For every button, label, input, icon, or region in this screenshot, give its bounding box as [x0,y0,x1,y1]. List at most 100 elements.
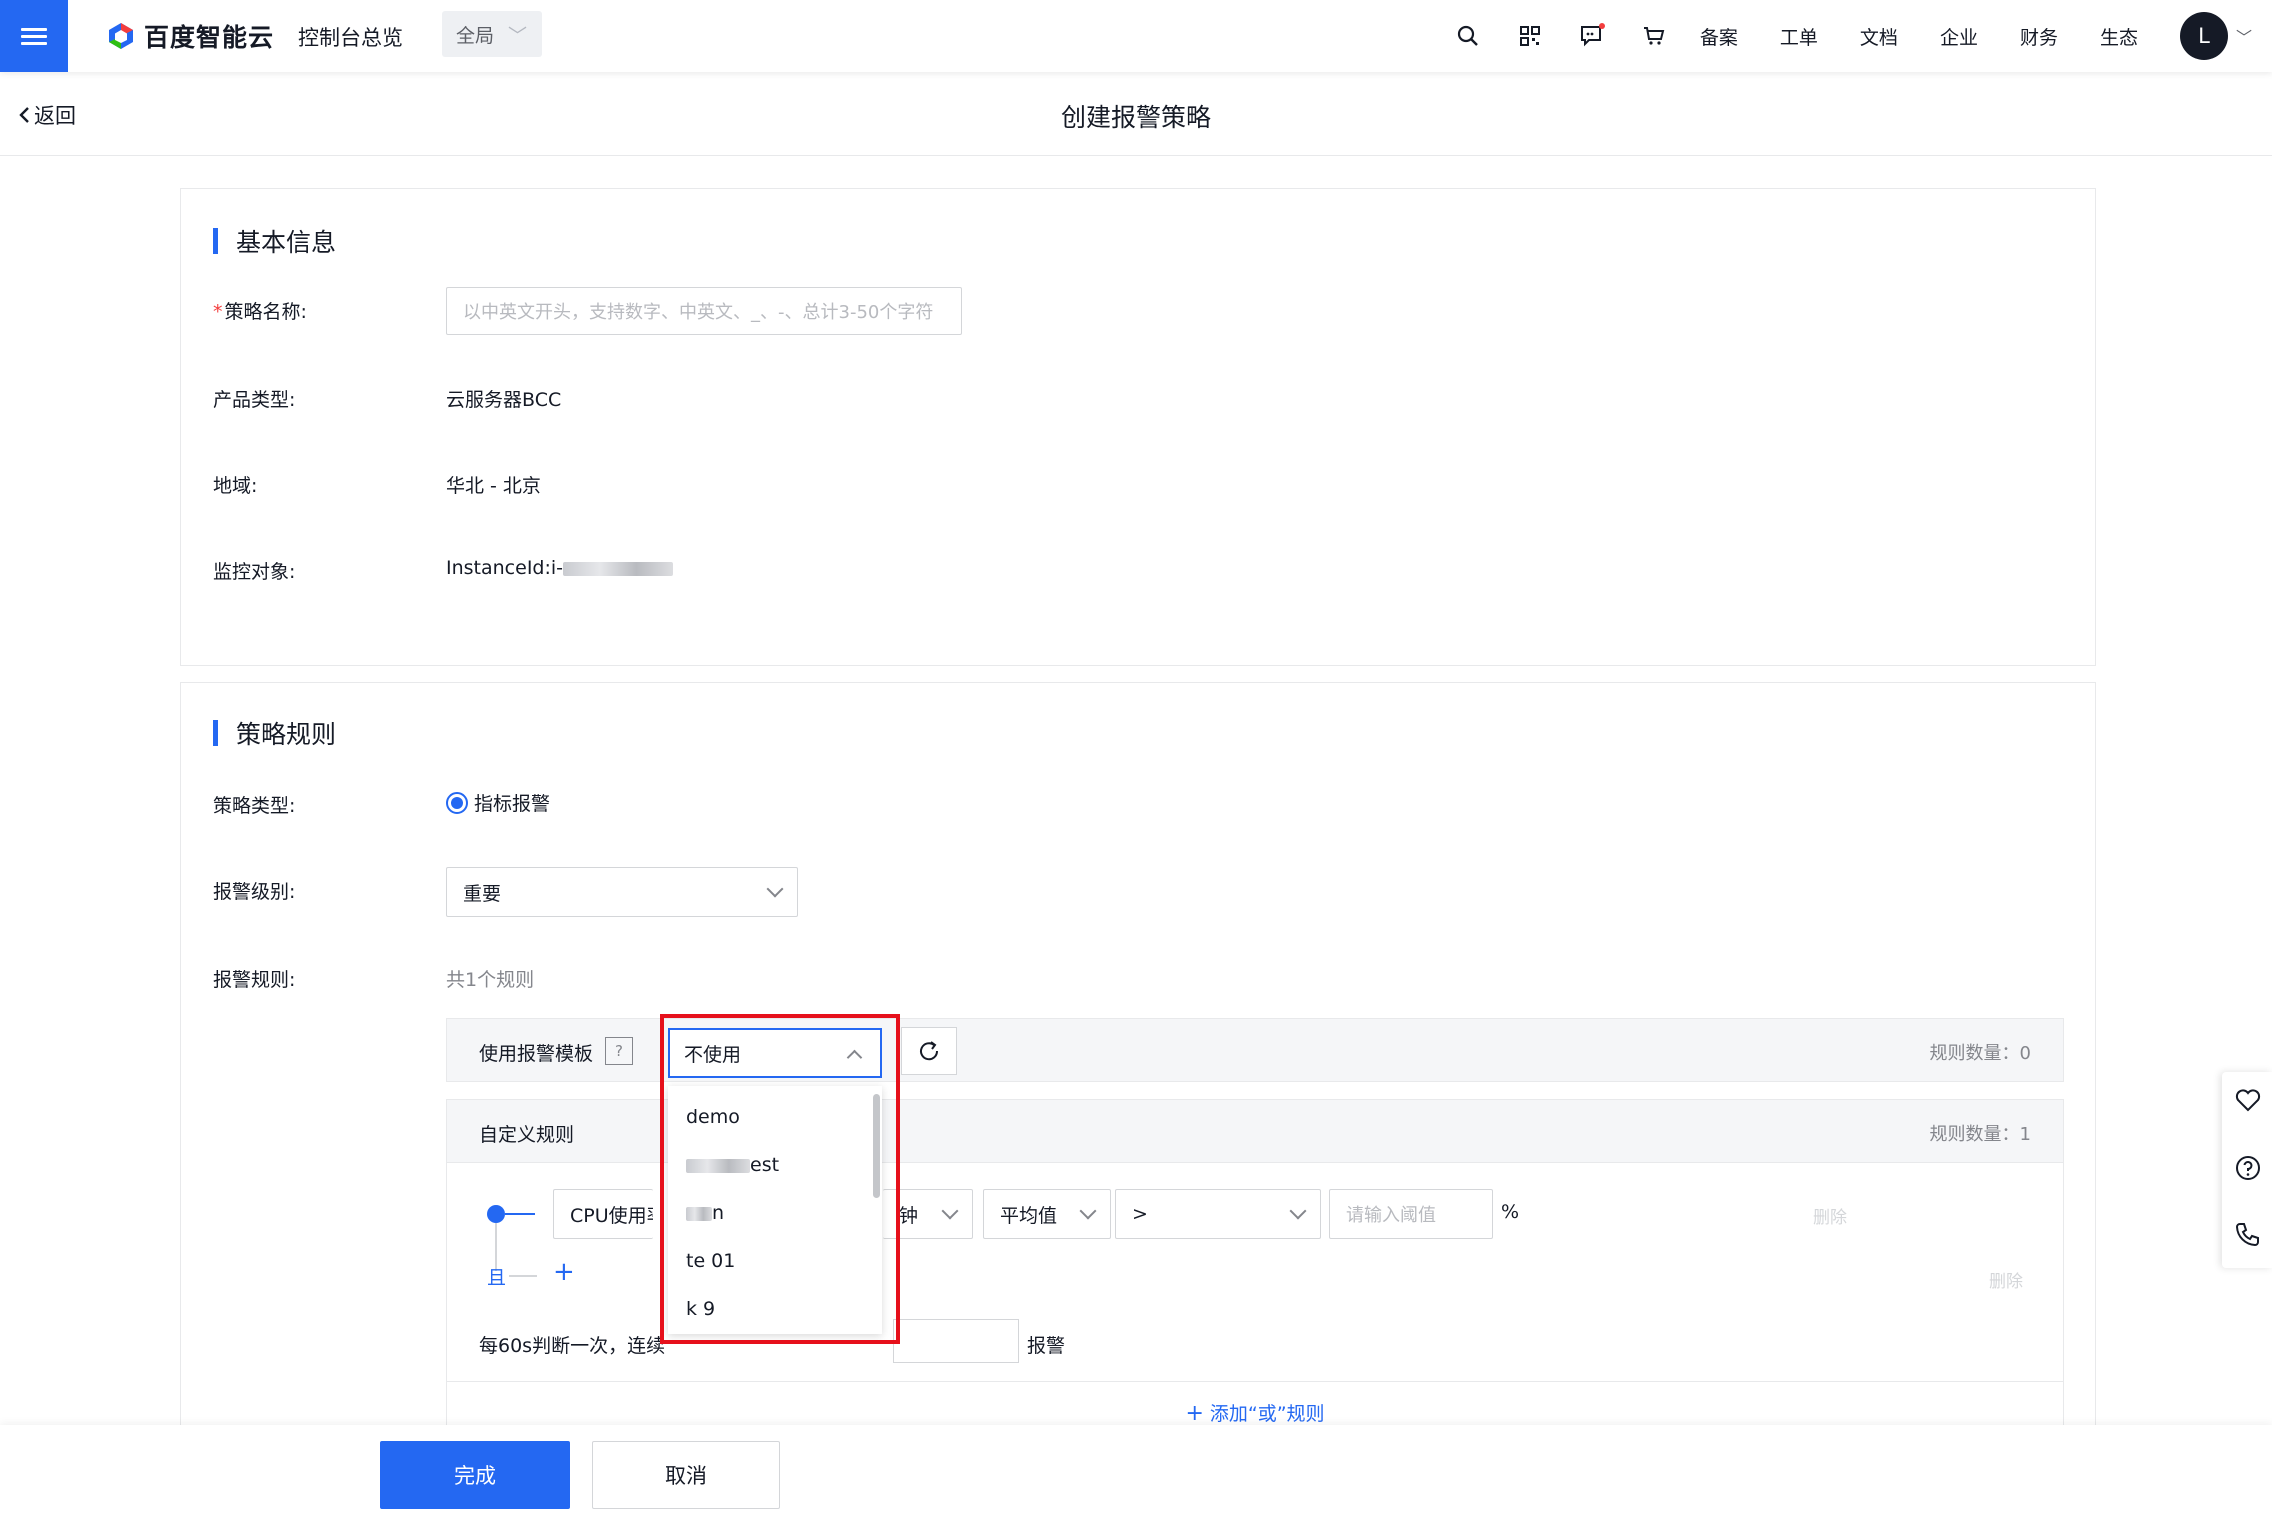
console-home-link[interactable]: 控制台总览 [298,22,403,52]
nav-link-ticket[interactable]: 工单 [1780,23,1818,50]
add-condition-icon[interactable]: + [553,1257,575,1287]
template-option[interactable]: demo [686,1106,740,1128]
template-option[interactable]: te 01 [686,1250,735,1272]
nav-link-enterprise[interactable]: 企业 [1940,23,1978,50]
plus-icon: + [1185,1401,1204,1426]
statistic-select[interactable]: 平均值 [983,1189,1111,1239]
period-value: 钟 [899,1204,919,1227]
custom-rule-count: 规则数量：1 [1929,1124,2031,1145]
refresh-icon[interactable] [901,1027,957,1075]
judge-tail-text: 报警 [1027,1335,1066,1357]
cancel-button[interactable]: 取消 [592,1441,780,1509]
message-icon[interactable] [1576,20,1608,52]
alert-rule-label: 报警规则: [213,969,296,991]
template-option[interactable]: n [686,1202,724,1224]
section-title-basic: 基本信息 [213,223,336,259]
alert-level-label: 报警级别: [213,881,296,903]
template-dropdown[interactable]: 不使用 demo est n te 01 k 9 [664,1020,888,1340]
scope-value: 全局 [456,24,495,47]
chevron-down-icon [766,880,784,898]
template-options-list: demo est n te 01 k 9 [668,1086,882,1334]
avatar[interactable]: L [2179,12,2228,60]
template-rule-count: 规则数量：0 [1929,1043,2031,1064]
operator-value: > [1132,1203,1148,1225]
alert-level-select[interactable]: 重要 [446,867,798,917]
brand-name: 百度智能云 [144,23,275,52]
policy-rules-card: 策略规则 策略类型: 指标报警 报警级别: 重要 报警规则: 共1个规则 使用报… [180,682,2096,1443]
qrcode-icon[interactable] [1514,20,1546,52]
policy-type-radio[interactable]: 指标报警 [446,789,550,816]
scope-select[interactable]: 全局 ﹀ [442,11,542,57]
alert-level-value: 重要 [463,882,502,905]
template-option[interactable]: k 9 [686,1298,715,1320]
judge-text: 每60s判断一次，连续 [479,1335,666,1357]
help-icon[interactable]: ? [605,1037,633,1065]
policy-name-input[interactable]: 以中英文开头，支持数字、中英文、_、-、总计3-50个字符 [446,287,962,335]
region-label: 地域: [213,475,258,497]
redacted-blur [686,1158,750,1173]
and-label: 且 [487,1267,507,1289]
chevron-down-icon [1079,1202,1097,1220]
done-button[interactable]: 完成 [380,1441,570,1509]
nav-link-docs[interactable]: 文档 [1860,23,1898,50]
add-or-rule-button[interactable]: + 添加“或”规则 [447,1399,2063,1426]
template-option-label: demo [686,1106,740,1128]
side-toolbar [2222,1072,2272,1268]
chevron-down-icon: ﹀ [508,24,528,47]
menu-icon[interactable] [0,0,68,72]
product-type-value: 云服务器BCC [446,389,562,411]
template-option-label: est [750,1154,780,1176]
threshold-unit: % [1501,1201,1520,1223]
monitor-target-value: InstanceId:i- [446,557,674,579]
policy-name-label: * 策略名称: [213,297,307,324]
nav-link-filing[interactable]: 备案 [1700,23,1738,50]
rule-node-dot [487,1205,505,1223]
monitor-target-label: 监控对象: [213,561,296,583]
policy-type-option: 指标报警 [474,793,551,815]
template-label: 使用报警模板 [479,1043,594,1065]
nav-link-finance[interactable]: 财务 [2020,23,2058,50]
add-or-rule-label: 添加“或”规则 [1209,1403,1325,1425]
template-select[interactable]: 不使用 [668,1028,882,1078]
policy-name-label-text: 策略名称: [224,301,307,323]
template-selected-value: 不使用 [684,1043,742,1066]
period-select[interactable]: 钟 [883,1189,973,1239]
rule-count-text: 共1个规则 [446,969,535,991]
rule-connector [505,1213,535,1215]
template-option-label: te 01 [686,1250,736,1272]
statistic-value: 平均值 [1000,1204,1058,1227]
phone-icon[interactable] [2234,1220,2262,1248]
basic-info-card: 基本信息 * 策略名称: 以中英文开头，支持数字、中英文、_、-、总计3-50个字… [180,188,2096,666]
heart-icon[interactable] [2234,1086,2262,1114]
metric-select[interactable]: CPU使用率 [553,1189,653,1239]
top-navbar: 百度智能云 控制台总览 全局 ﹀ 备案 工单 文档 企业 财务 生态 L ﹀ [0,0,2272,72]
divider [447,1381,2063,1382]
delete-rule-link[interactable]: 删除 [1989,1267,2023,1292]
product-type-label: 产品类型: [213,389,296,411]
brand-logo[interactable]: 百度智能云 [106,18,274,54]
required-mark: * [213,301,223,323]
threshold-input[interactable]: 请输入阈值 [1329,1189,1493,1239]
search-icon[interactable] [1452,20,1484,52]
nav-link-ecosystem[interactable]: 生态 [2100,23,2138,50]
consecutive-count-input[interactable] [893,1319,1019,1363]
policy-type-label: 策略类型: [213,795,296,817]
template-option-label: k 9 [686,1298,716,1320]
delete-condition-link[interactable]: 删除 [1813,1203,1847,1228]
and-connector [509,1275,537,1277]
cart-icon[interactable] [1638,20,1670,52]
custom-rule-label: 自定义规则 [479,1124,575,1146]
monitor-target-text: InstanceId:i- [446,557,564,579]
page-header: 返回 创建报警策略 [0,72,2272,156]
section-title-rules: 策略规则 [213,715,336,751]
redacted-blur [563,561,674,576]
radio-checked-icon[interactable] [446,791,468,814]
chevron-down-icon [1289,1202,1307,1220]
chevron-down-icon[interactable]: ﹀ [2236,24,2252,48]
template-option[interactable]: est [686,1154,779,1176]
help-circle-icon[interactable] [2234,1154,2262,1182]
baidu-cloud-logo-icon [109,23,133,49]
chevron-down-icon [941,1202,959,1220]
operator-select[interactable]: > [1115,1189,1321,1239]
dropdown-scrollbar[interactable] [873,1094,880,1198]
